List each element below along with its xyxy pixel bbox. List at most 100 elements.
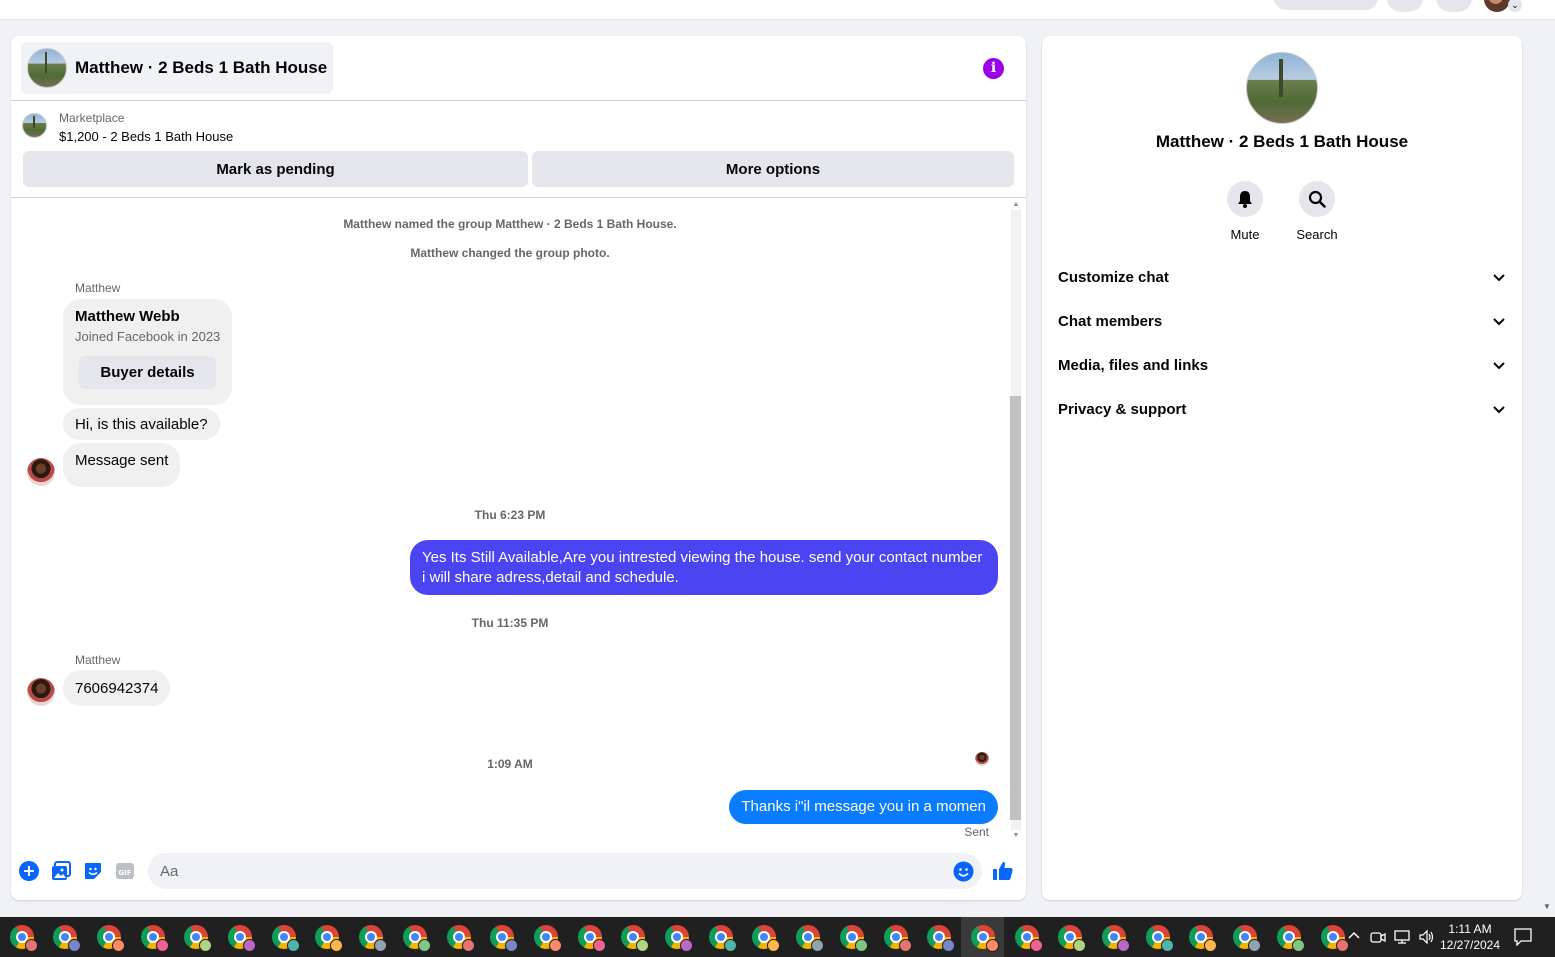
chrome-taskbar-icon[interactable] bbox=[44, 917, 87, 957]
incoming-message[interactable]: Message sent bbox=[63, 443, 181, 487]
top-search-pill[interactable] bbox=[1274, 0, 1378, 10]
profile-badge-icon bbox=[1073, 939, 1087, 952]
marketplace-label: Marketplace bbox=[59, 111, 125, 125]
incoming-message[interactable]: 7606942374 bbox=[63, 670, 171, 706]
timestamp: 1:09 AM bbox=[487, 757, 533, 771]
profile-badge-icon bbox=[111, 939, 125, 952]
chrome-taskbar-icon[interactable] bbox=[524, 917, 567, 957]
chrome-taskbar-icon[interactable] bbox=[481, 917, 524, 957]
chrome-taskbar-icon[interactable] bbox=[568, 917, 611, 957]
chrome-taskbar-icon[interactable] bbox=[1267, 917, 1310, 957]
chrome-taskbar-icon[interactable] bbox=[437, 917, 480, 957]
buyer-profile-card: Matthew Webb Joined Facebook in 2023 Buy… bbox=[63, 299, 232, 405]
chrome-icon bbox=[1014, 925, 1043, 952]
chrome-taskbar-icon[interactable] bbox=[219, 917, 262, 957]
chrome-taskbar-icon[interactable] bbox=[1049, 917, 1092, 957]
chrome-taskbar-icon[interactable] bbox=[743, 917, 786, 957]
profile-badge-icon bbox=[1117, 939, 1130, 952]
section-label: Privacy & support bbox=[1058, 400, 1187, 418]
chrome-taskbar-icon[interactable] bbox=[918, 917, 961, 957]
search-button[interactable]: Search bbox=[1287, 181, 1347, 242]
profile-badge-icon bbox=[330, 939, 344, 952]
marketplace-icon[interactable] bbox=[506, 0, 530, 10]
add-plus-icon[interactable] bbox=[18, 860, 40, 882]
taskbar-clock[interactable]: 1:11 AM 12/27/2024 bbox=[1436, 921, 1504, 953]
scroll-down-arrow-icon[interactable]: ▼ bbox=[1011, 831, 1021, 841]
section-privacy-support[interactable]: Privacy & support bbox=[1058, 389, 1506, 429]
profile-badge-icon bbox=[505, 939, 519, 952]
chrome-taskbar-icon[interactable] bbox=[1093, 917, 1136, 957]
chrome-taskbar-icon[interactable] bbox=[1180, 917, 1223, 957]
mark-as-pending-button[interactable]: Mark as pending bbox=[23, 151, 528, 187]
profile-badge-icon bbox=[811, 939, 825, 952]
chrome-taskbar-icon[interactable] bbox=[874, 917, 917, 957]
chrome-taskbar-icon[interactable] bbox=[131, 917, 174, 957]
chrome-taskbar-icon[interactable] bbox=[656, 917, 699, 957]
chrome-taskbar-icon[interactable] bbox=[830, 917, 873, 957]
chrome-taskbar-icon[interactable] bbox=[1136, 917, 1179, 957]
message-input[interactable] bbox=[148, 853, 982, 889]
chrome-taskbar-icon[interactable] bbox=[262, 917, 305, 957]
meet-now-icon[interactable] bbox=[1370, 929, 1386, 945]
profile-badge-icon bbox=[417, 939, 431, 952]
chrome-taskbar-icon[interactable] bbox=[699, 917, 742, 957]
chrome-icon bbox=[883, 925, 912, 952]
search-icon[interactable] bbox=[1299, 181, 1335, 217]
groups-icon[interactable] bbox=[643, 0, 667, 10]
menu-grid-button[interactable] bbox=[1387, 0, 1423, 12]
notifications-button[interactable] bbox=[1436, 0, 1472, 12]
network-icon[interactable] bbox=[1394, 929, 1410, 945]
chrome-taskbar-icon[interactable] bbox=[612, 917, 655, 957]
chrome-taskbar-icon[interactable] bbox=[87, 917, 130, 957]
info-icon[interactable]: i bbox=[983, 58, 1004, 79]
chrome-icon bbox=[839, 925, 868, 952]
sender-avatar[interactable] bbox=[27, 678, 55, 706]
message-scrollbar[interactable]: ▲ ▼ bbox=[1008, 198, 1022, 843]
mute-button[interactable]: Mute bbox=[1215, 181, 1275, 242]
buyer-details-button[interactable]: Buyer details bbox=[79, 356, 216, 389]
bell-icon[interactable] bbox=[1227, 181, 1263, 217]
page-scroll-down-arrow-icon[interactable]: ▼ bbox=[1543, 902, 1551, 911]
profile-badge-icon bbox=[854, 939, 868, 952]
clock-time: 1:11 AM bbox=[1448, 922, 1492, 936]
chrome-taskbar-icon[interactable] bbox=[961, 917, 1005, 957]
profile-badge-icon bbox=[68, 939, 82, 952]
emoji-icon[interactable] bbox=[952, 860, 974, 882]
scroll-up-arrow-icon[interactable]: ▲ bbox=[1011, 200, 1021, 210]
gif-icon[interactable]: GIF bbox=[114, 860, 136, 882]
scroll-thumb[interactable] bbox=[1010, 396, 1021, 820]
sticker-icon[interactable] bbox=[82, 860, 104, 882]
section-chat-members[interactable]: Chat members bbox=[1058, 301, 1506, 341]
chrome-icon bbox=[1189, 925, 1218, 952]
incoming-message[interactable]: Hi, is this available? bbox=[63, 408, 220, 440]
top-navigation-bar: ⌄ bbox=[0, 0, 1555, 20]
chrome-taskbar-icon[interactable] bbox=[1005, 917, 1048, 957]
chrome-icon bbox=[271, 925, 300, 952]
listing-thumbnail[interactable] bbox=[22, 113, 47, 138]
group-photo-large[interactable] bbox=[1246, 52, 1318, 124]
section-media-files-links[interactable]: Media, files and links bbox=[1058, 345, 1506, 385]
notification-center-icon[interactable] bbox=[1513, 928, 1533, 947]
sender-name: Matthew bbox=[75, 653, 121, 667]
chrome-taskbar-icon[interactable] bbox=[787, 917, 830, 957]
sender-avatar[interactable] bbox=[27, 458, 55, 486]
chrome-taskbar-icon[interactable] bbox=[350, 917, 393, 957]
outgoing-message[interactable]: Yes Its Still Available,Are you intreste… bbox=[410, 540, 998, 595]
photo-attach-icon[interactable] bbox=[50, 860, 72, 882]
account-avatar[interactable] bbox=[1484, 0, 1510, 12]
chat-title-button[interactable]: Matthew · 2 Beds 1 Bath House bbox=[21, 42, 334, 94]
volume-icon[interactable] bbox=[1418, 929, 1434, 945]
chrome-taskbar-icon[interactable] bbox=[393, 917, 436, 957]
chrome-taskbar-icon[interactable] bbox=[1224, 917, 1267, 957]
chrome-taskbar-icon[interactable] bbox=[0, 917, 43, 957]
chrome-taskbar-icon[interactable] bbox=[306, 917, 349, 957]
thumbs-up-icon[interactable] bbox=[992, 860, 1014, 882]
chrome-taskbar-icon[interactable] bbox=[175, 917, 218, 957]
outgoing-message[interactable]: Thanks i"il message you in a momen bbox=[729, 790, 998, 824]
more-options-button[interactable]: More options bbox=[532, 151, 1014, 187]
profile-badge-icon bbox=[243, 939, 256, 952]
listing-price-title[interactable]: $1,200 - 2 Beds 1 Bath House bbox=[59, 129, 233, 144]
chrome-icon bbox=[970, 925, 999, 952]
chevron-down-icon[interactable]: ⌄ bbox=[1508, 0, 1522, 12]
section-customize-chat[interactable]: Customize chat bbox=[1058, 257, 1506, 297]
